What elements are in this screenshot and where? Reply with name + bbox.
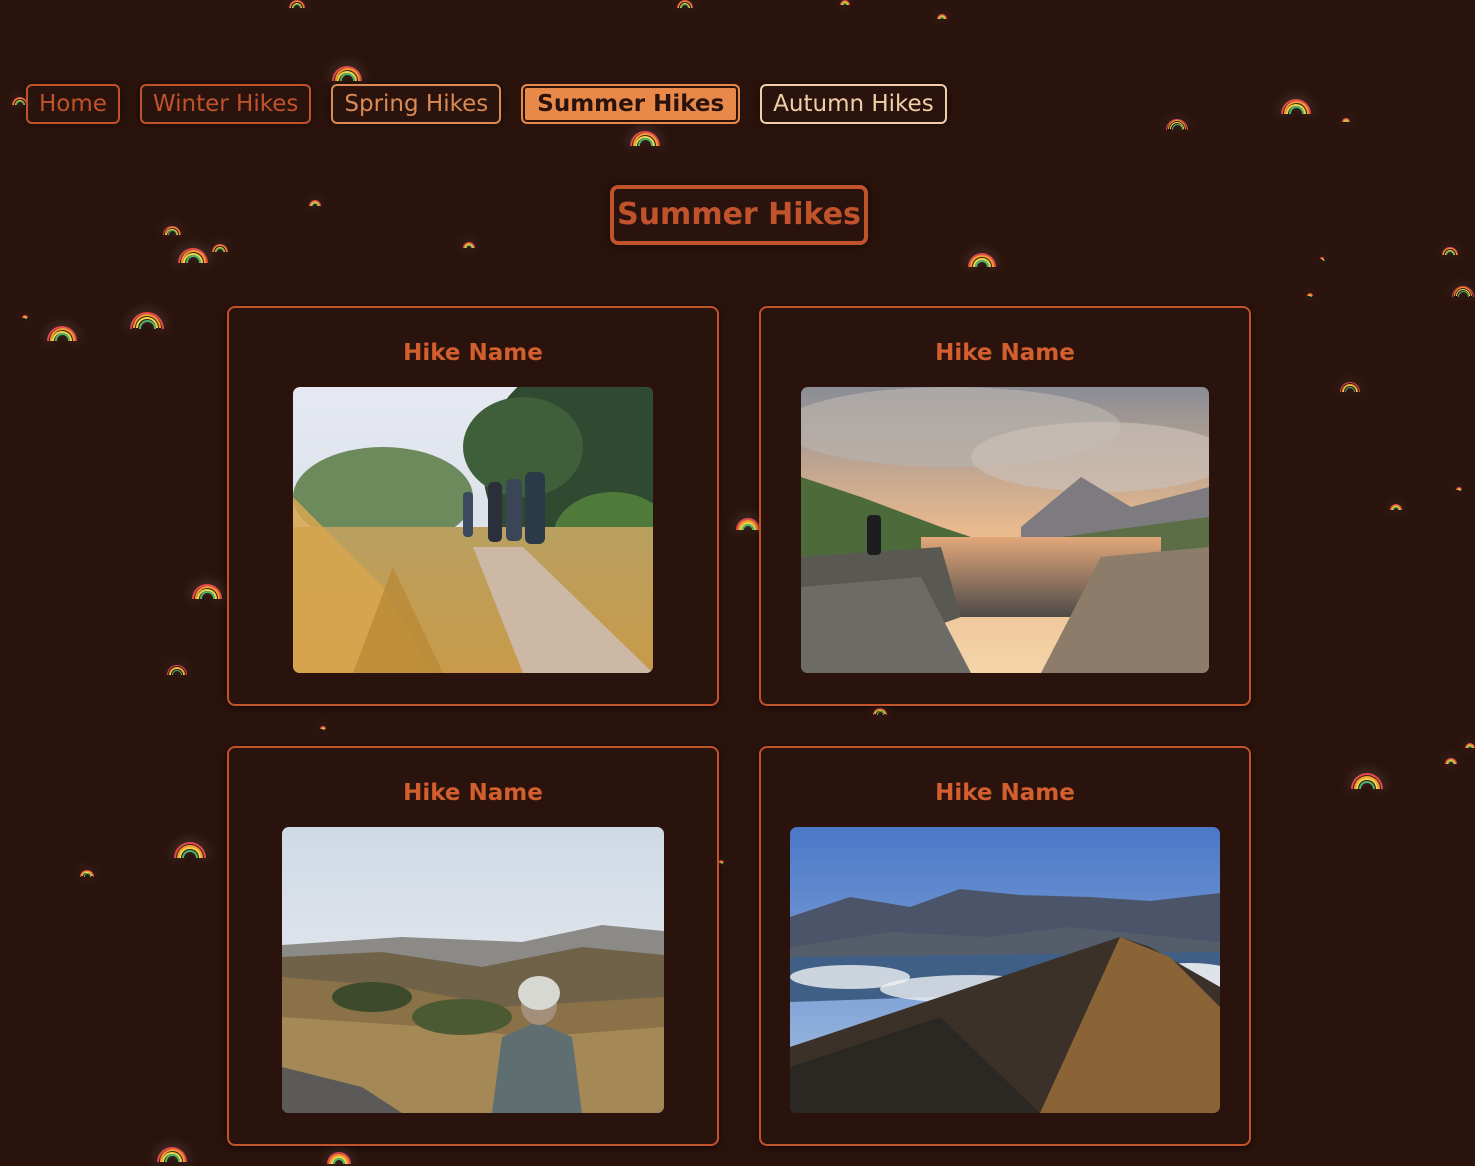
rainbow-icon — [80, 869, 94, 877]
rainbow-icon — [212, 244, 228, 252]
nav-summer-hikes-button[interactable]: Summer Hikes — [521, 84, 741, 124]
mountain-lake-sunset-photo — [801, 387, 1209, 673]
rainbow-icon — [332, 65, 362, 81]
rainbow-icon — [192, 583, 222, 599]
rainbow-icon — [327, 1152, 351, 1164]
hike-card[interactable]: Hike Name — [227, 306, 719, 706]
rainbow-icon — [1281, 98, 1311, 114]
rainbow-icon — [840, 0, 850, 5]
rainbow-icon — [1442, 247, 1458, 255]
hikers-on-grassy-trail-photo — [293, 387, 653, 673]
rainbow-icon — [1340, 382, 1360, 392]
rainbow-icon — [1452, 285, 1474, 297]
rainbow-icon — [937, 13, 947, 19]
rainbow-background — [0, 0, 1475, 1166]
rainbow-icon — [174, 842, 206, 858]
rainbow-icon — [968, 253, 996, 267]
page-title: Summer Hikes — [610, 185, 868, 245]
rainbow-icon — [320, 725, 326, 730]
nav-winter-hikes-button[interactable]: Winter Hikes — [139, 84, 312, 124]
rainbow-icon — [1456, 486, 1462, 491]
rainbow-icon — [630, 130, 660, 146]
page: Home Winter Hikes Spring Hikes Summer Hi… — [0, 0, 1475, 1166]
rainbow-icon — [47, 325, 77, 341]
rainbow-icon — [178, 247, 208, 263]
hike-card[interactable]: Hike Name — [227, 746, 719, 1146]
rainbow-icon — [309, 200, 321, 206]
rainbow-icon — [1320, 257, 1325, 261]
nav-home-button[interactable]: Home — [26, 84, 120, 124]
main-nav: Home Winter Hikes Spring Hikes Summer Hi… — [26, 84, 947, 124]
mountain-ridge-lake-photo — [790, 827, 1220, 1113]
rainbow-icon — [1465, 742, 1475, 748]
rainbow-icon — [167, 665, 187, 675]
rainbow-icon — [677, 0, 693, 8]
rainbow-icon — [1307, 292, 1313, 297]
hike-name: Hike Name — [935, 780, 1075, 806]
rainbow-icon — [463, 242, 475, 248]
rainbow-icon — [736, 518, 760, 530]
hike-name: Hike Name — [403, 780, 543, 806]
hike-name: Hike Name — [935, 340, 1075, 366]
rainbow-icon — [1390, 504, 1402, 510]
rainbow-icon — [22, 314, 28, 319]
nav-autumn-hikes-button[interactable]: Autumn Hikes — [760, 84, 947, 124]
rainbow-icon — [130, 311, 164, 329]
rainbow-icon — [1342, 118, 1350, 122]
hike-card[interactable]: Hike Name — [759, 746, 1251, 1146]
rainbow-icon — [163, 225, 181, 235]
rainbow-icon — [289, 0, 305, 8]
rainbow-icon — [873, 707, 887, 715]
rainbow-icon — [1351, 773, 1383, 789]
hike-name: Hike Name — [403, 340, 543, 366]
rainbow-icon — [1445, 758, 1457, 764]
nav-spring-hikes-button[interactable]: Spring Hikes — [331, 84, 502, 124]
hiker-overlooking-hills-photo — [282, 827, 664, 1113]
rainbow-icon — [157, 1146, 187, 1162]
hike-card[interactable]: Hike Name — [759, 306, 1251, 706]
rainbow-icon — [1166, 118, 1188, 130]
